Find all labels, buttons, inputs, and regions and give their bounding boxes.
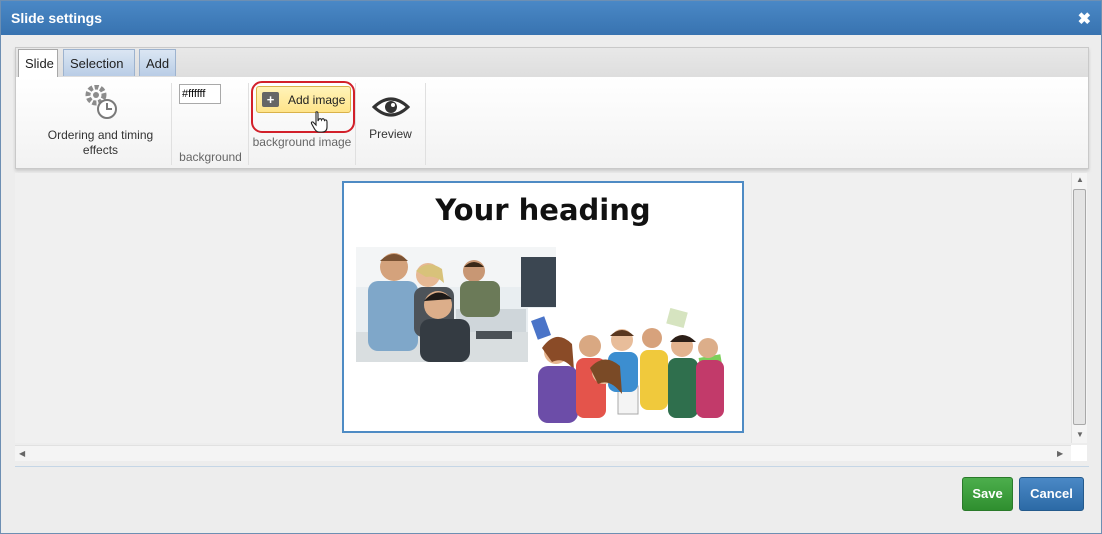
vertical-scroll-thumb[interactable]	[1073, 189, 1086, 425]
title-bar: Slide settings ✖	[1, 1, 1101, 35]
save-button[interactable]: Save	[962, 477, 1013, 511]
tab-add[interactable]: Add	[139, 49, 176, 76]
hand-cursor-icon	[310, 111, 328, 133]
add-image-button[interactable]: + Add image	[256, 86, 351, 133]
preview-group[interactable]: Preview	[356, 83, 426, 165]
close-icon[interactable]: ✖	[1078, 9, 1091, 29]
students-group-photo[interactable]	[528, 308, 728, 423]
ordering-timing-label: Ordering and timing effects	[47, 128, 154, 157]
tab-slide[interactable]: Slide	[18, 49, 58, 78]
background-image-label: background image	[252, 135, 352, 149]
scroll-up-icon[interactable]: ▲	[1076, 175, 1084, 184]
cancel-button[interactable]: Cancel	[1019, 477, 1084, 511]
ordering-timing-group[interactable]: Ordering and timing effects	[30, 83, 172, 165]
dialog-title: Slide settings	[11, 10, 103, 26]
slide-heading[interactable]: Your heading	[344, 193, 742, 227]
scroll-left-icon[interactable]: ◀	[19, 449, 25, 458]
background-label: background	[179, 150, 242, 164]
scroll-right-icon[interactable]: ▶	[1057, 449, 1063, 458]
background-color-input[interactable]	[179, 84, 221, 104]
slide-canvas[interactable]: Your heading	[342, 181, 744, 433]
horizontal-scrollbar[interactable]: ◀ ▶	[15, 445, 1071, 461]
ribbon-body: Ordering and timing effects background +…	[16, 77, 1088, 168]
tab-strip: Slide Selection Add	[16, 48, 1088, 78]
background-image-group: + Add image background image	[249, 81, 356, 165]
eye-icon	[372, 97, 410, 117]
plus-icon: +	[262, 92, 279, 107]
vertical-scrollbar[interactable]: ▲ ▼	[1071, 173, 1087, 443]
preview-label: Preview	[369, 127, 412, 141]
slide-settings-dialog: Slide settings ✖ Slide Selection Add Ord…	[0, 0, 1102, 534]
scroll-down-icon[interactable]: ▼	[1076, 430, 1084, 439]
background-group: background	[173, 83, 249, 165]
office-people-photo[interactable]	[356, 247, 556, 362]
footer-divider	[15, 466, 1089, 467]
slide-workspace: Your heading	[15, 173, 1087, 443]
add-image-label: Add image	[288, 93, 346, 107]
tab-selection[interactable]: Selection	[63, 49, 135, 76]
gear-clock-icon	[85, 85, 117, 119]
ribbon: Slide Selection Add Ordering and timing …	[15, 47, 1089, 169]
scrollbar-corner	[1071, 445, 1087, 461]
